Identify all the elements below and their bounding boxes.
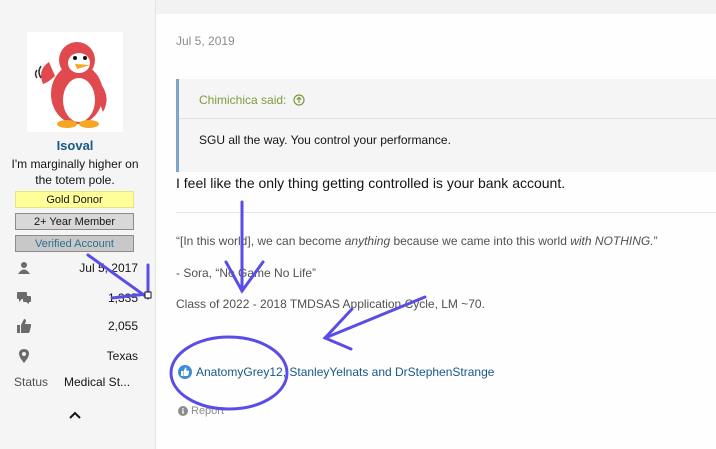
signature-attribution: - Sora, “No Game No Life” <box>176 266 317 280</box>
quote-body: SGU all the way. You control your perfor… <box>199 133 451 147</box>
post-message: I feel like the only thing getting contr… <box>176 175 566 191</box>
person-icon <box>16 260 32 276</box>
chat-bubbles-icon <box>16 290 32 306</box>
info-circle-icon <box>178 406 188 419</box>
stat-messages-value: 1,335 <box>107 291 138 305</box>
year-member-banner: 2+ Year Member <box>15 213 134 230</box>
stat-joined-value: Jul 5, 2017 <box>79 261 138 275</box>
report-label[interactable]: Report <box>191 405 224 417</box>
arrow-up-circle-icon[interactable] <box>293 94 305 109</box>
avatar[interactable] <box>27 32 123 132</box>
stat-location-value[interactable]: Texas <box>107 346 138 366</box>
verified-account-banner: Verified Account <box>15 235 134 252</box>
stat-reactions: 2,055 <box>14 316 138 336</box>
quote-author[interactable]: Chimichica said: <box>199 93 286 107</box>
thumbs-up-icon <box>16 318 32 334</box>
reactions-bar[interactable]: AnatomyGrey12, StanleyYelnats and DrStep… <box>178 365 494 379</box>
like-badge-icon <box>178 365 192 379</box>
username-link[interactable]: Isoval <box>0 138 150 153</box>
quote-block: Chimichica said: SGU all the way. You co… <box>176 79 716 172</box>
reactions-users[interactable]: AnatomyGrey12, StanleyYelnats and DrStep… <box>196 365 494 379</box>
user-title: I'm marginally higher on the totem pole. <box>11 157 139 187</box>
signature-quote: “[In this world], we can become anything… <box>176 234 658 248</box>
post-date[interactable]: Jul 5, 2019 <box>176 34 235 48</box>
gold-donor-banner: Gold Donor <box>15 191 134 208</box>
post-container: Jul 5, 2019 Chimichica said: SGU all the… <box>156 14 716 449</box>
stat-reactions-value: 2,055 <box>107 319 138 333</box>
stat-status: Status Medical St... <box>14 372 138 392</box>
stat-joined: Jul 5, 2017 <box>14 258 138 278</box>
stat-messages: 1,335 <box>14 288 138 308</box>
map-pin-icon <box>16 348 32 364</box>
collapse-toggle[interactable] <box>65 405 85 425</box>
penguin-avatar-icon <box>34 42 107 128</box>
chevron-up-icon <box>69 411 81 419</box>
signature-divider <box>176 212 716 213</box>
user-sidebar: Isoval I'm marginally higher on the tote… <box>0 0 156 449</box>
stat-status-label: Status <box>14 375 49 389</box>
quote-header[interactable]: Chimichica said: <box>199 93 305 109</box>
quote-divider <box>179 118 716 119</box>
stat-status-value: Medical St... <box>64 375 131 389</box>
report-link[interactable]: Report <box>178 405 224 419</box>
signature-class-line: Class of 2022 - 2018 TMDSAS Application … <box>176 297 485 311</box>
stat-location: Texas <box>14 346 138 366</box>
